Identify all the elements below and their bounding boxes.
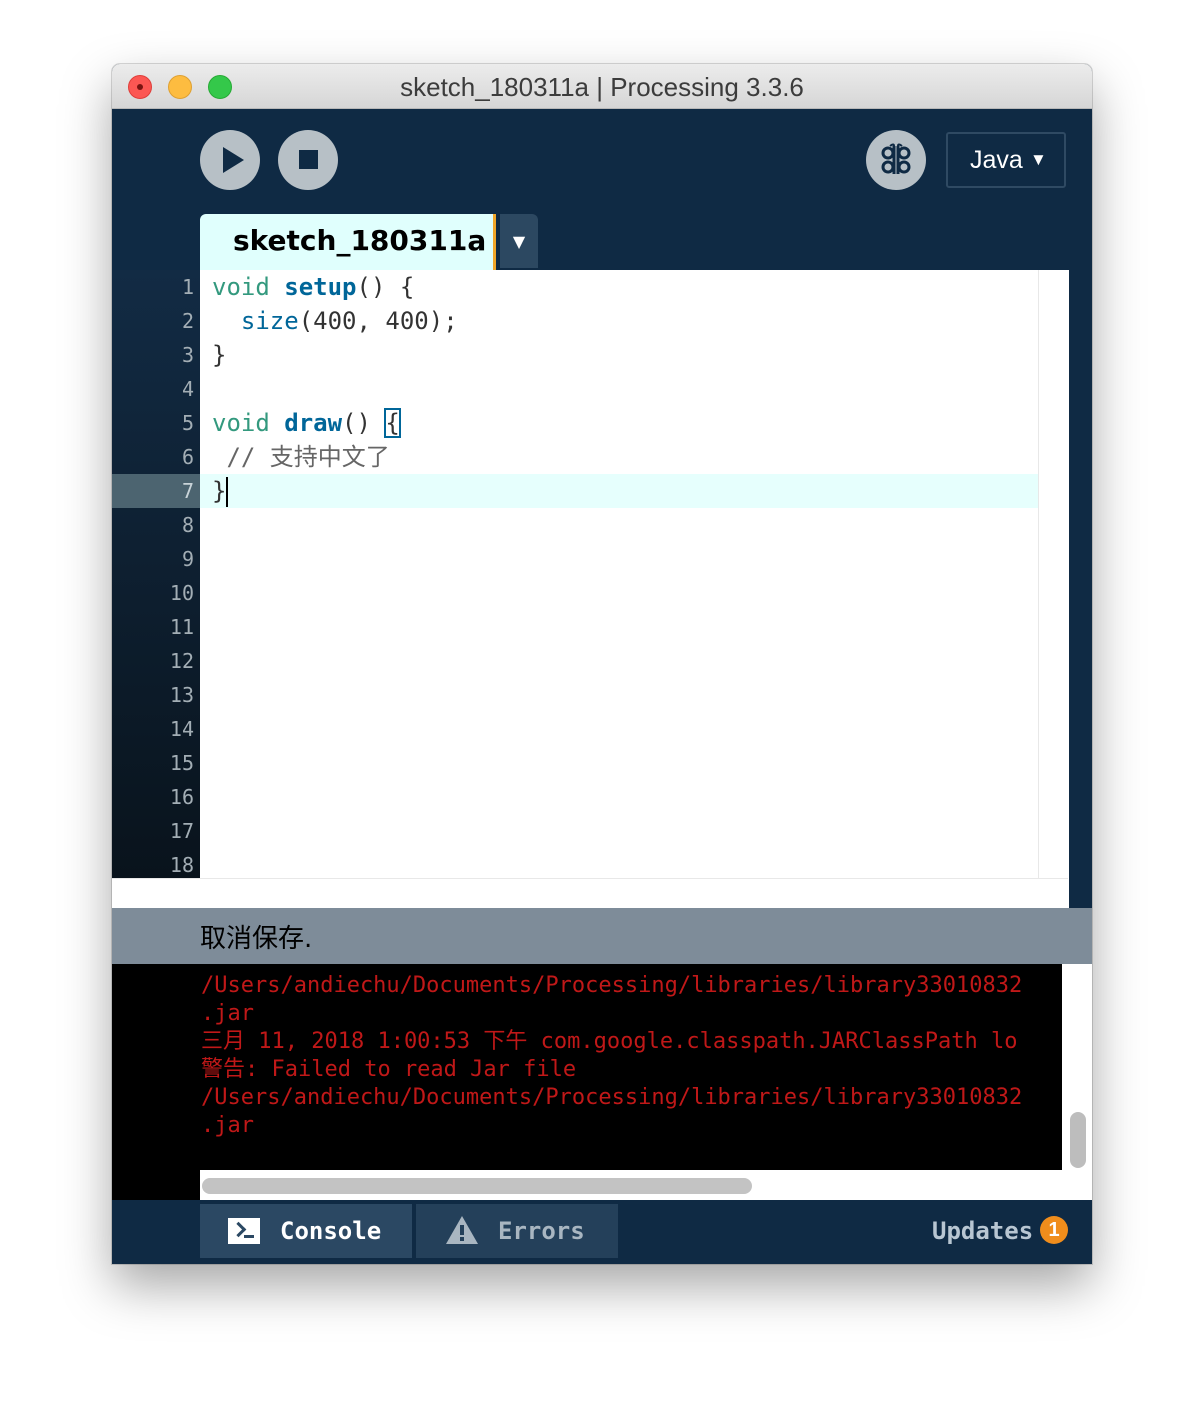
line-number: 10: [169, 581, 194, 605]
console-tab-label: Console: [280, 1217, 382, 1245]
line-number: 11: [169, 615, 194, 639]
toolbar: Java ▼: [112, 109, 1092, 214]
line-number: 3: [181, 343, 194, 367]
code-line-1[interactable]: void setup() {: [212, 270, 414, 304]
processing-window: sketch_180311a | Processing 3.3.6 Java ▼…: [112, 64, 1092, 1264]
window-title: sketch_180311a | Processing 3.3.6: [400, 72, 804, 102]
code-line-2[interactable]: size(400, 400);: [212, 304, 458, 338]
tab-errors[interactable]: Errors: [416, 1204, 618, 1258]
code-text: }: [212, 477, 227, 505]
play-icon: [223, 147, 244, 173]
line-number: 5: [181, 411, 194, 435]
stop-icon: [299, 150, 318, 169]
console-line: .jar: [201, 1113, 254, 1138]
current-line-highlight: [200, 474, 1038, 508]
code-text: }: [212, 341, 227, 369]
function-call: size: [240, 307, 299, 335]
updates-count-badge[interactable]: 1: [1040, 1216, 1068, 1244]
line-number: 18: [169, 853, 194, 877]
terminal-icon: [228, 1218, 260, 1244]
mode-selector[interactable]: Java ▼: [946, 132, 1066, 188]
console-line: 三月 11, 2018 1:00:53 下午 com.google.classp…: [201, 1029, 1018, 1054]
line-number: 2: [181, 309, 194, 333]
butterfly-icon: [881, 143, 911, 174]
code-text: () {: [356, 273, 415, 301]
line-number: 9: [181, 547, 194, 571]
line-number: 8: [181, 513, 194, 537]
editor-horizontal-scrollbar[interactable]: [112, 878, 1068, 909]
warning-icon: [446, 1216, 478, 1244]
console-line: /Users/andiechu/Documents/Processing/lib…: [201, 973, 1023, 998]
title-bar: sketch_180311a | Processing 3.3.6: [112, 64, 1092, 109]
updates-link[interactable]: Updates: [932, 1204, 1033, 1258]
status-bar: 取消保存.: [112, 908, 1092, 964]
line-number: 12: [169, 649, 194, 673]
console-vertical-scroll-thumb[interactable]: [1070, 1112, 1086, 1168]
code-line-5[interactable]: void draw() {: [212, 406, 401, 440]
line-number: 6: [181, 445, 194, 469]
console-line: .jar: [201, 1001, 254, 1026]
errors-tab-label: Errors: [498, 1217, 585, 1245]
line-number-gutter: 1 2 3 4 5 6 7 8 9 10 11 12 13 14 15 16 1…: [112, 270, 200, 878]
mode-label: Java: [970, 146, 1023, 174]
code-editor[interactable]: void setup() { size(400, 400); } void dr…: [200, 270, 1069, 910]
line-number: 17: [169, 819, 194, 843]
code-comment: // 支持中文了: [226, 443, 390, 471]
code-line-7[interactable]: }: [212, 474, 229, 508]
stop-button[interactable]: [278, 130, 338, 190]
text-caret: [226, 477, 229, 507]
code-text: (400, 400);: [298, 307, 458, 335]
line-number: 13: [169, 683, 194, 707]
console-output[interactable]: /Users/andiechu/Documents/Processing/lib…: [112, 964, 1092, 1200]
code-line-3[interactable]: }: [212, 338, 226, 372]
editor-vertical-scrollbar[interactable]: [1038, 270, 1069, 910]
function-name: setup: [284, 273, 357, 301]
console-horizontal-scroll-thumb[interactable]: [202, 1178, 752, 1194]
line-number: 14: [169, 717, 194, 741]
tab-console[interactable]: Console: [200, 1204, 412, 1258]
run-button[interactable]: [200, 130, 260, 190]
line-number: 4: [181, 377, 194, 401]
line-number: 1: [181, 275, 194, 299]
function-name: draw: [284, 409, 343, 437]
footer-bar: Console Errors Updates 1: [112, 1200, 1092, 1264]
debugger-button[interactable]: [866, 130, 926, 190]
console-line: 警告: Failed to read Jar file: [201, 1057, 577, 1082]
status-message: 取消保存.: [200, 924, 313, 954]
tab-label: sketch_180311a: [233, 224, 487, 257]
console-scroll-corner: [1062, 1170, 1092, 1200]
chevron-down-icon: ▼: [1030, 150, 1047, 169]
chevron-down-icon: ▼: [512, 232, 526, 251]
code-line-6[interactable]: // 支持中文了: [212, 440, 390, 474]
line-number-active: 7: [112, 474, 200, 508]
tab-sketch[interactable]: sketch_180311a: [200, 214, 496, 270]
matched-bracket: {: [384, 408, 401, 438]
keyword: void: [212, 273, 270, 301]
console-line: /Users/andiechu/Documents/Processing/lib…: [201, 1085, 1023, 1110]
line-number: 15: [169, 751, 194, 775]
line-number: 16: [169, 785, 194, 809]
code-text: (): [342, 409, 386, 437]
tab-menu-button[interactable]: ▼: [500, 214, 538, 268]
keyword: void: [212, 409, 270, 437]
